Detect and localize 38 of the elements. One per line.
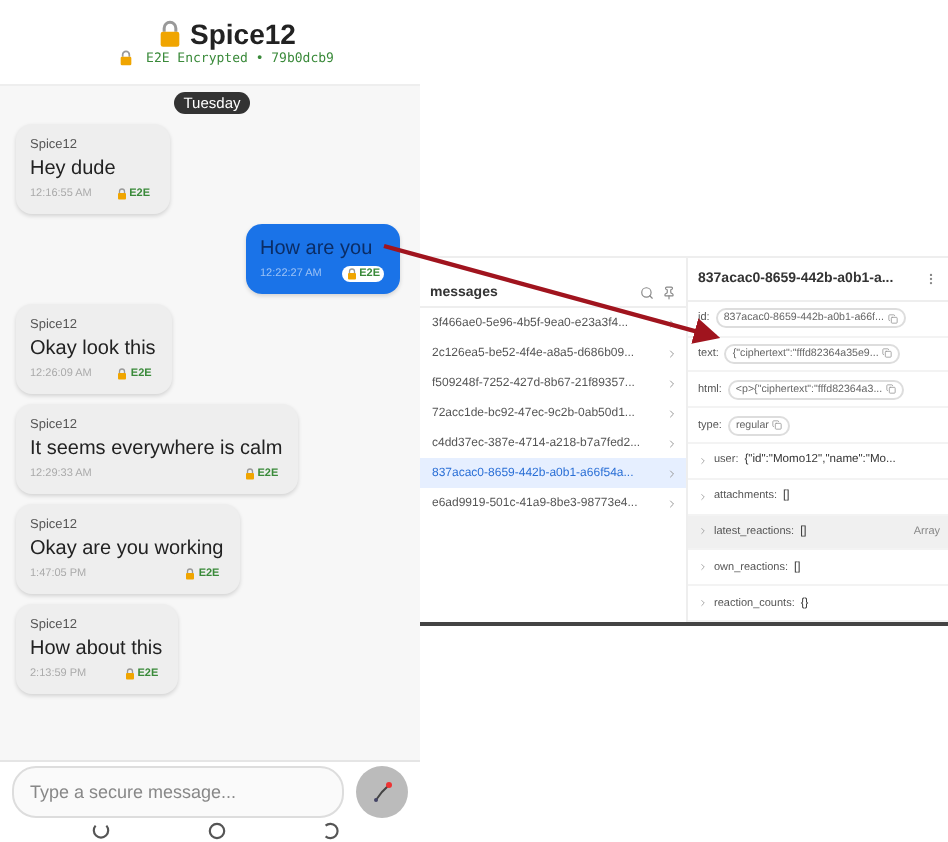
chevron-icon <box>666 437 678 449</box>
message-text: How are you <box>260 238 375 260</box>
chevron-icon <box>666 317 678 329</box>
recents-nav-icon[interactable] <box>322 822 340 840</box>
pin-icon[interactable] <box>662 286 676 300</box>
expand-icon[interactable] <box>698 491 708 502</box>
expand-icon[interactable] <box>698 562 708 573</box>
send-button[interactable] <box>356 766 408 818</box>
message-text: Okay look this <box>30 338 156 360</box>
home-nav-icon[interactable] <box>207 822 225 840</box>
message-text: It seems everywhere is calm <box>30 438 283 460</box>
lock-icon <box>184 568 197 580</box>
chevron-icon <box>666 407 678 419</box>
lock-icon <box>123 668 136 680</box>
message-text: Okay are you working <box>30 538 224 560</box>
chevron-icon <box>666 497 678 509</box>
lock-icon <box>156 20 185 48</box>
chevron-icon <box>666 347 678 359</box>
chevron-icon <box>666 377 678 389</box>
chat-title: Spice12 <box>190 18 296 50</box>
copy-icon <box>882 348 893 359</box>
chevron-icon <box>666 467 678 479</box>
message-text: How about this <box>30 638 163 660</box>
message-input[interactable]: Type a secure message... <box>12 766 344 818</box>
search-icon[interactable] <box>640 286 654 300</box>
lock-icon <box>118 50 135 66</box>
lock-icon <box>116 368 129 380</box>
lock-icon <box>115 188 128 200</box>
message-text: Hey dude <box>30 158 118 180</box>
expand-icon[interactable] <box>698 526 708 537</box>
lock-icon <box>243 468 256 480</box>
copy-icon <box>886 384 897 395</box>
expand-icon[interactable] <box>698 598 708 609</box>
copy-icon <box>887 313 898 324</box>
expand-icon[interactable] <box>698 455 708 466</box>
back-nav-icon[interactable] <box>92 822 110 840</box>
copy-icon <box>772 420 783 431</box>
lock-icon <box>345 268 358 280</box>
